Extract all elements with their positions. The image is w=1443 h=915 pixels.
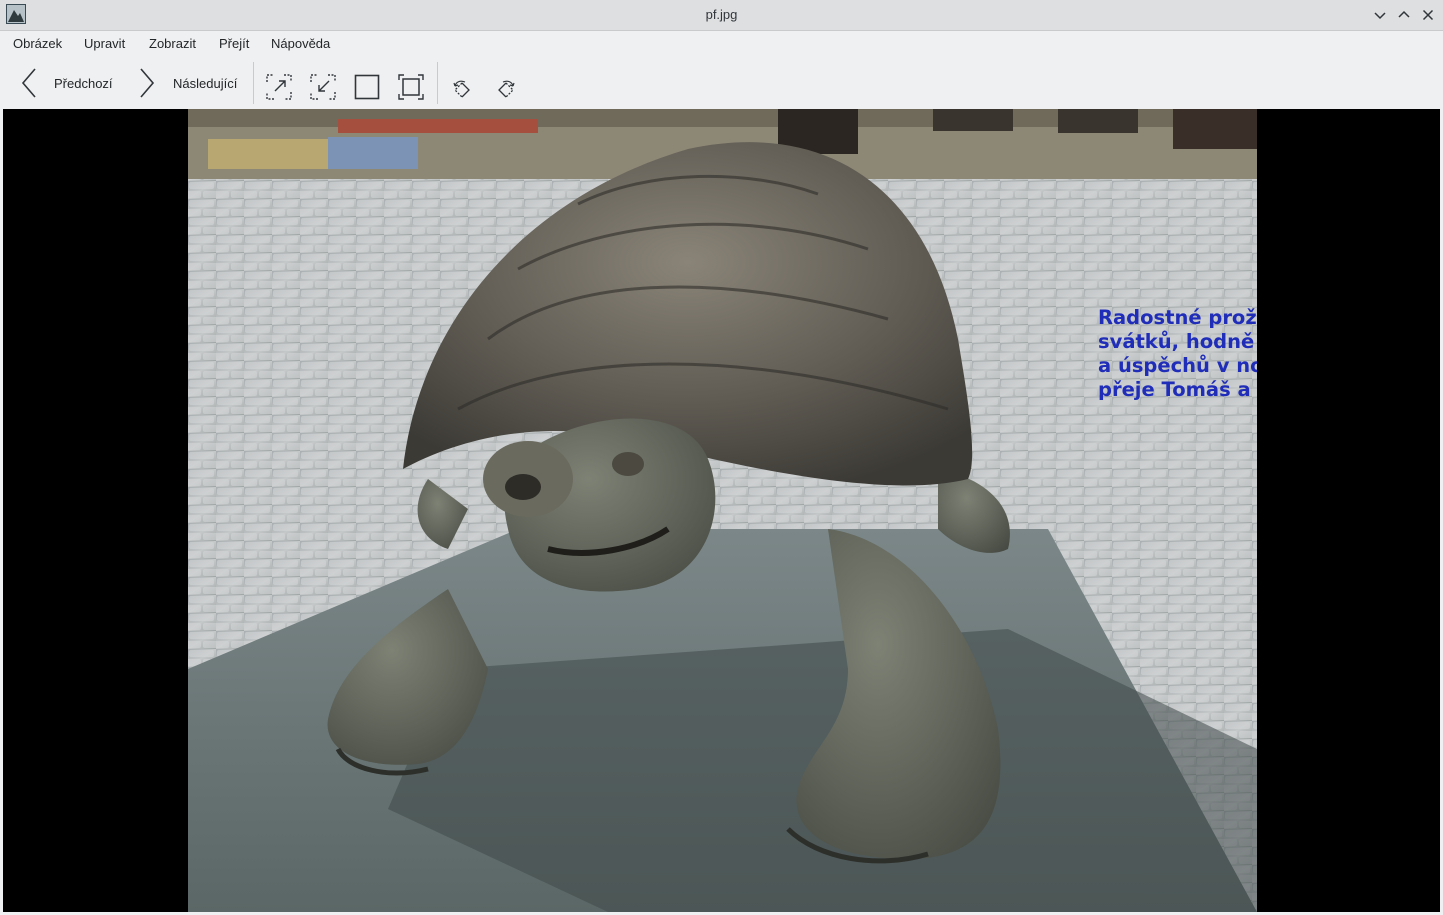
image-viewer-window: pf.jpg Obrázek Upravit Zobrazit Přejít N… [0,0,1443,915]
previous-button[interactable]: Předchozí [18,66,113,100]
title-bar[interactable]: pf.jpg [0,0,1443,31]
toolbar: Předchozí Následující [0,58,1443,108]
maximize-icon[interactable] [1394,5,1414,25]
toolbar-separator [253,62,254,104]
image-viewport[interactable]: Radostné prožití vánočníchsvátků, hodně … [3,109,1440,912]
zoom-in-icon[interactable] [266,70,292,104]
minimize-icon[interactable] [1370,5,1390,25]
rotate-right-icon[interactable] [495,73,517,107]
window-title: pf.jpg [705,7,738,22]
actual-size-icon[interactable] [354,70,380,104]
caption-line: Radostné prožití vánočních [1098,306,1257,329]
caption-line: přeje Tomáš a mama. [1098,378,1251,401]
menu-prejit[interactable]: Přejít [219,36,249,51]
caption-line: a úspěchů v novém roce [1098,354,1257,377]
zoom-to-fit-icon[interactable] [398,70,424,104]
menu-napoveda[interactable]: Nápověda [271,36,330,51]
next-label: Následující [173,75,238,91]
tortoise-statue-photo [188,109,1257,912]
menu-bar: Obrázek Upravit Zobrazit Přejít Nápověda [0,31,1443,57]
menu-obrazek[interactable]: Obrázek [13,36,62,51]
chevron-left-icon [21,68,36,98]
rotate-left-icon[interactable] [451,73,473,107]
toolbar-separator [437,62,438,104]
menu-zobrazit[interactable]: Zobrazit [149,36,196,51]
previous-label: Předchozí [54,75,113,91]
greeting-caption: Radostné prožití vánočníchsvátků, hodně … [1098,306,1257,402]
next-button[interactable]: Následující [136,66,237,100]
close-icon[interactable] [1418,5,1438,25]
chevron-right-icon [140,68,155,98]
displayed-photo: Radostné prožití vánočníchsvátků, hodně … [188,109,1257,912]
zoom-out-icon[interactable] [310,70,336,104]
caption-line: svátků, hodně zdraví, štěstí [1098,330,1255,353]
menu-upravit[interactable]: Upravit [84,36,125,51]
